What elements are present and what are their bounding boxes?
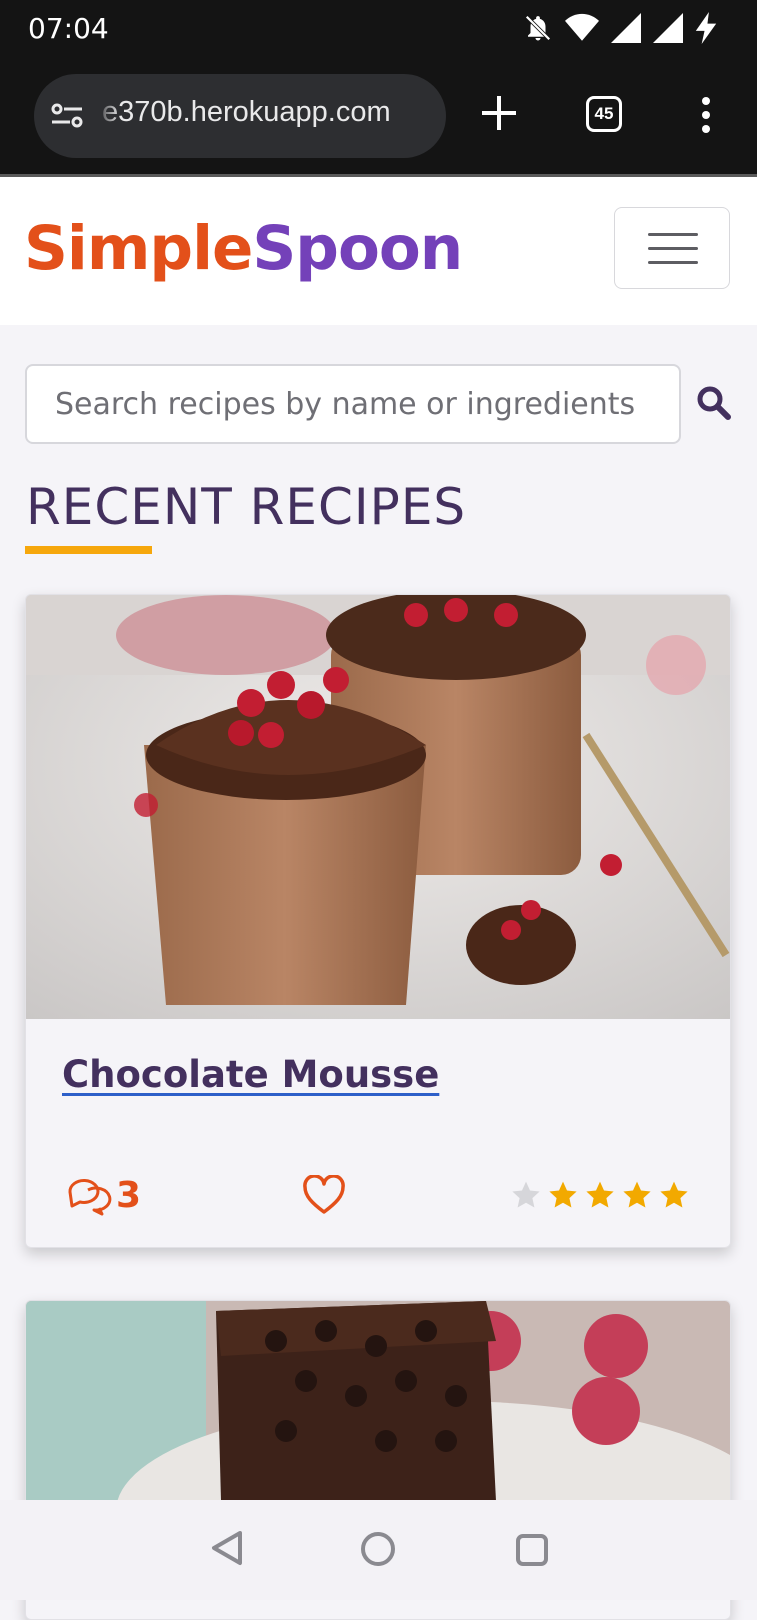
brand-spoon: Spoon — [252, 213, 463, 284]
home-icon[interactable] — [360, 1531, 396, 1567]
overflow-menu-icon[interactable] — [700, 96, 712, 134]
heart-outline-icon[interactable] — [302, 1175, 346, 1215]
recipe-image[interactable] — [26, 595, 731, 1019]
site-settings-icon[interactable] — [50, 100, 84, 132]
status-icons — [523, 10, 717, 46]
bell-off-icon — [525, 15, 551, 41]
rating-stars — [510, 1179, 690, 1211]
tab-switcher-icon[interactable]: 45 — [586, 96, 622, 132]
recents-icon[interactable] — [515, 1533, 549, 1567]
new-tab-plus-icon[interactable] — [480, 94, 518, 132]
search-input[interactable] — [25, 364, 681, 444]
search-icon[interactable] — [696, 385, 732, 421]
recipe-title-link[interactable]: Chocolate Mousse — [62, 1053, 439, 1096]
signal-icon — [611, 13, 641, 43]
brand-simple: Simple — [24, 213, 253, 284]
signal-icon — [653, 13, 683, 43]
address-bar[interactable]: e370b.herokuapp.com — [34, 74, 446, 158]
star-empty-icon — [512, 1181, 540, 1208]
section-title: RECENT RECIPES — [26, 478, 467, 536]
hamburger-icon[interactable] — [614, 207, 730, 289]
star-filled-icon — [660, 1181, 688, 1208]
brand-logo[interactable]: SimpleSpoon — [24, 213, 463, 284]
wifi-icon — [565, 13, 599, 41]
status-bar: 07:04 — [0, 0, 757, 56]
recipe-image[interactable] — [26, 1301, 731, 1501]
recipe-card[interactable]: Chocolate Mousse 3 — [25, 594, 731, 1248]
url-text[interactable]: e370b.herokuapp.com — [102, 96, 391, 129]
charging-bolt-icon — [695, 12, 717, 44]
title-underline — [25, 546, 152, 554]
back-icon[interactable] — [210, 1530, 244, 1566]
system-nav-bar — [0, 1500, 757, 1600]
comments-icon — [68, 1178, 112, 1215]
comments-link[interactable]: 3 — [66, 1175, 141, 1216]
browser-toolbar: e370b.herokuapp.com 45 — [0, 56, 757, 174]
site-navbar: SimpleSpoon — [0, 177, 757, 325]
status-time: 07:04 — [28, 12, 109, 45]
comment-count: 3 — [116, 1175, 142, 1216]
star-filled-icon — [549, 1181, 577, 1208]
star-filled-icon — [623, 1181, 651, 1208]
star-filled-icon — [586, 1181, 614, 1208]
